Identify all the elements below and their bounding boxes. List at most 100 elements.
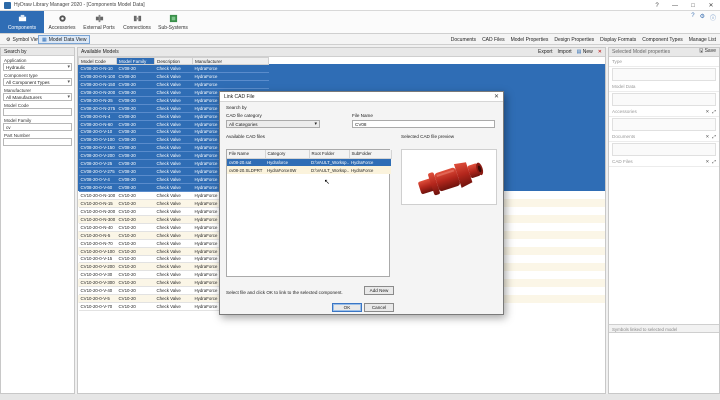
model-family-cell: CV10-20 (116, 191, 155, 200)
cad-file-name-cell: cv08-20.sat (227, 158, 265, 166)
part-number-label: Part Number (4, 133, 31, 138)
manufacturer-select[interactable]: All Manufacturers (3, 93, 72, 101)
model-code-cell: CV08-20-0-N-200 (78, 88, 117, 97)
section-accessories-label: Accessories (612, 109, 637, 114)
category-select[interactable]: All Categories (226, 120, 320, 128)
symbol-view-label: Symbol View (12, 36, 42, 43)
col-description[interactable]: Description (154, 57, 193, 65)
search-panel-header: Search by (1, 48, 74, 56)
cad-col-file-name[interactable]: File Name (227, 150, 266, 159)
part-number-input[interactable] (3, 138, 72, 146)
model-code-cell: CV08-20-0-V-60 (78, 183, 117, 192)
model-code-cell: CV08-20-0-V-10 (78, 128, 117, 137)
model-family-cell: CV10-20 (116, 223, 155, 232)
link-documents[interactable]: Documents (451, 37, 476, 43)
help-button[interactable]: ? (648, 1, 666, 10)
col-model-family[interactable]: Model Family (116, 57, 155, 65)
component-type-select[interactable]: All Component Types (3, 78, 72, 86)
settings-icon[interactable]: ⚙ (700, 13, 705, 22)
model-data-box (612, 93, 716, 106)
available-models-title: Available Models (81, 49, 119, 55)
col-manufacturer[interactable]: Manufacturer (192, 57, 269, 65)
model-family-cell: CV08-20 (116, 88, 155, 97)
info-icon[interactable]: ⓘ (710, 13, 716, 22)
cad-col-root-folder[interactable]: Root Folder (309, 150, 350, 159)
close-button[interactable]: ✕ (702, 1, 720, 10)
ribbon: Components Accessories External Ports Co… (0, 11, 720, 34)
model-code-cell: CV10-20-0-V-40 (78, 286, 117, 296)
model-family-cell: CV10-20 (116, 247, 155, 256)
model-family-cell: CV10-20 (116, 278, 155, 288)
file-name-input[interactable]: CV08 (352, 120, 495, 128)
link-cad-files[interactable]: CAD Files (482, 37, 505, 43)
model-family-cell: CV08-20 (116, 112, 155, 121)
model-family-cell: CV08-20 (116, 183, 155, 192)
help-icon[interactable]: ? (691, 13, 694, 22)
tab-accessories[interactable]: Accessories (46, 11, 78, 33)
col-model-code[interactable]: Model Code (78, 57, 117, 65)
dialog-hint: Select file and click OK to link to the … (226, 290, 343, 295)
link-cad-icon[interactable]: ⤢ (712, 159, 716, 165)
cad-file-row[interactable]: cv08-20.sat Hydraforce D:\VAULT_Worksp... H… (227, 158, 391, 166)
model-code-cell: CV08-20-0-N-10 (78, 64, 117, 73)
remove-document-icon[interactable]: ✕ (705, 134, 709, 140)
model-family-cell: CV10-20 (116, 262, 155, 272)
model-code-input[interactable] (3, 108, 72, 116)
table-row[interactable]: CV08-20-0-N-150 CV08-20 Check Valve HydraFo… (78, 80, 269, 89)
model-code-cell: CV08-20-0-N-275 (78, 104, 117, 113)
cad-col-category[interactable]: Category (265, 150, 310, 159)
tab-external-ports-label: External Ports (83, 25, 115, 31)
description-cell: Check Valve (154, 286, 193, 296)
maximize-button[interactable]: □ (684, 1, 702, 10)
external-ports-icon (95, 14, 103, 23)
link-manage-list[interactable]: Manage List (689, 37, 716, 43)
cad-subfolder-cell: HydraForce (349, 166, 391, 174)
tab-sub-systems[interactable]: Sub-Systems (156, 11, 190, 33)
save-label: Save (704, 48, 716, 54)
cad-file-name-cell: cv08-20.SLDPRT (227, 166, 265, 174)
link-component-types[interactable]: Component Types (642, 37, 683, 43)
application-select[interactable]: Hydraulic (3, 63, 72, 71)
tab-components[interactable]: Components (0, 11, 44, 33)
link-model-properties[interactable]: Model Properties (511, 37, 549, 43)
model-code-cell: CV10-20-0-V-100 (78, 247, 117, 256)
table-row[interactable]: CV08-20-0-N-10 CV08-20 Check Valve HydraFor… (78, 64, 269, 73)
new-button[interactable]: ▤ New (577, 49, 593, 55)
description-cell: Check Valve (154, 104, 193, 113)
description-cell: Check Valve (154, 120, 193, 129)
cad-col-subfolder[interactable]: SubFolder (349, 150, 392, 159)
link-design-properties[interactable]: Design Properties (554, 37, 594, 43)
model-family-cell: CV08-20 (116, 167, 155, 177)
remove-cad-icon[interactable]: ✕ (705, 159, 709, 165)
accessories-icon (58, 15, 66, 22)
minimize-button[interactable]: — (666, 1, 684, 10)
close-models-button[interactable]: ✕ (598, 49, 602, 55)
tab-external-ports[interactable]: External Ports (80, 11, 118, 33)
components-icon (18, 14, 26, 22)
model-code-cell: CV10-20-0-N-70 (78, 239, 117, 248)
tab-connections[interactable]: Connections (120, 11, 154, 33)
link-accessory-icon[interactable]: ⤢ (712, 109, 716, 115)
tab-connections-label: Connections (123, 25, 151, 31)
type-box (612, 68, 716, 81)
cad-category-cell: HydraForceSW (265, 166, 309, 174)
export-button[interactable]: Export (538, 49, 552, 55)
link-document-icon[interactable]: ⤢ (712, 134, 716, 140)
cancel-button[interactable]: Cancel (364, 303, 394, 312)
dialog-close-icon[interactable]: ✕ (494, 93, 499, 100)
save-button[interactable]: 🖫 Save (699, 48, 716, 56)
description-cell: Check Valve (154, 223, 193, 232)
cad-file-row[interactable]: cv08-20.SLDPRT HydraForceSW D:\VAULT_Works… (227, 166, 391, 174)
add-new-button[interactable]: Add New (364, 286, 394, 295)
remove-accessory-icon[interactable]: ✕ (705, 109, 709, 115)
table-row[interactable]: CV08-20-0-N-100 CV08-20 Check Valve HydraFo… (78, 72, 269, 81)
import-button[interactable]: Import (557, 49, 571, 55)
model-family-input[interactable]: cv (3, 123, 72, 131)
ok-button[interactable]: OK (332, 303, 362, 312)
model-data-view-button[interactable]: ▦ Model Data View (38, 35, 91, 44)
mouse-cursor-icon: ↖ (324, 179, 330, 186)
cad-part-image (418, 162, 484, 196)
model-family-cell: CV08-20 (116, 104, 155, 113)
link-display-formats[interactable]: Display Formats (600, 37, 636, 43)
cad-preview (401, 149, 497, 205)
